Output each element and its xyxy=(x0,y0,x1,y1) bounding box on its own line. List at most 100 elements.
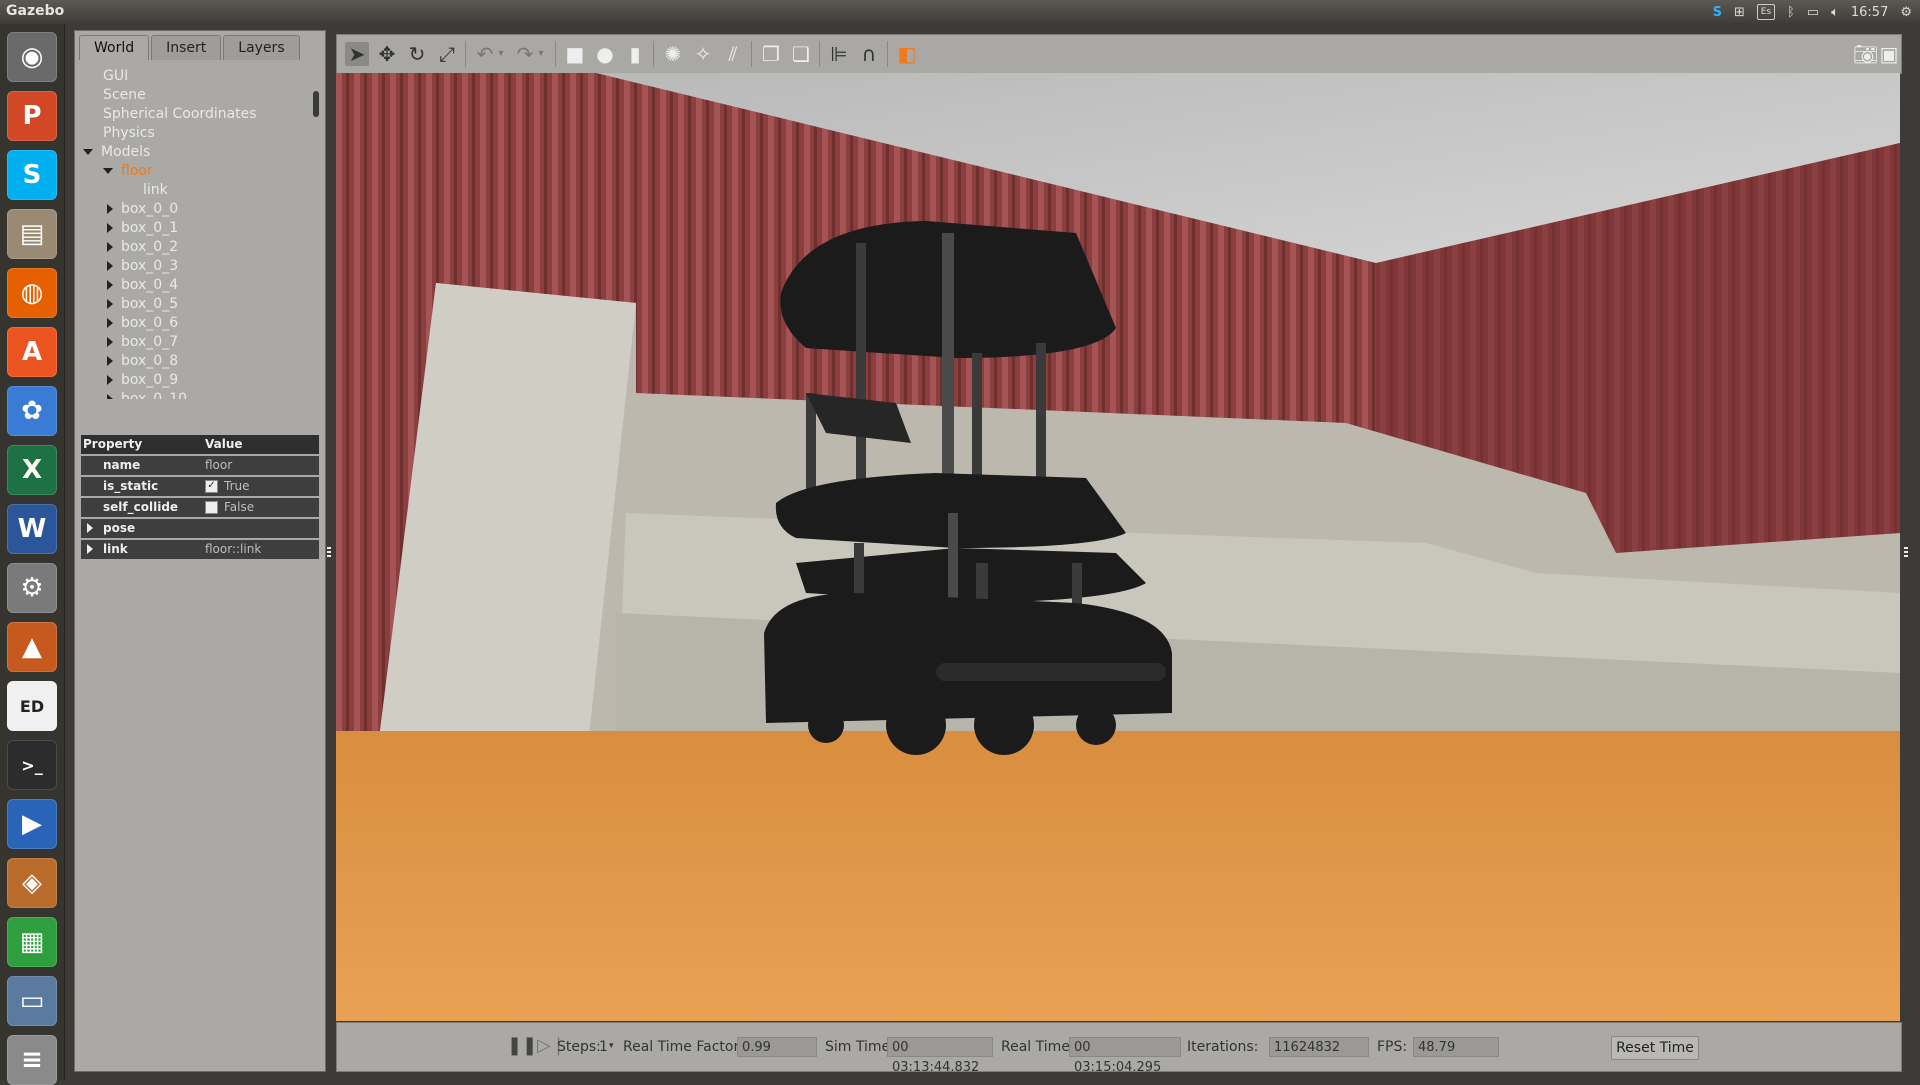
tree-item-physics[interactable]: Physics xyxy=(103,124,155,142)
tree-item-box[interactable]: box_0_1 xyxy=(107,219,178,237)
skype-icon[interactable]: S xyxy=(7,150,57,200)
scene-viewport[interactable] xyxy=(336,73,1900,1021)
property-header-row: Property Value xyxy=(81,435,319,456)
screenshot-camera-icon[interactable]: 📷︎ xyxy=(1853,42,1878,66)
virtualbox-icon[interactable]: ◈ xyxy=(7,858,57,908)
tree-item-scene[interactable]: Scene xyxy=(103,86,146,104)
editor-icon[interactable]: ED xyxy=(7,681,57,731)
align-icon[interactable]: ⊫ xyxy=(827,42,851,66)
software-center-icon[interactable]: A xyxy=(7,327,57,377)
scale-mode-icon[interactable]: ⤢ xyxy=(435,42,459,66)
property-row-link[interactable]: link floor::link xyxy=(81,540,319,561)
cylinder-shape-icon[interactable]: ▮ xyxy=(623,42,647,66)
property-row-pose[interactable]: pose xyxy=(81,519,319,540)
tree-scrollbar[interactable] xyxy=(313,91,319,117)
steps-stepper[interactable]: 1 xyxy=(599,1039,608,1055)
paste-icon[interactable]: ❏ xyxy=(789,42,813,66)
battery-icon[interactable]: ▭ xyxy=(1807,5,1819,20)
volume-icon[interactable]: 🔈︎ xyxy=(1831,5,1839,20)
workspace-switcher-icon[interactable]: ⊞ xyxy=(1734,5,1745,20)
sphere-shape-icon[interactable]: ● xyxy=(593,42,617,66)
left-splitter-handle[interactable] xyxy=(327,547,331,559)
property-table: Property Value name floor is_static ✓ Tru… xyxy=(81,435,319,561)
box-shape-icon[interactable]: ■ xyxy=(563,42,587,66)
tree-item-box[interactable]: box_0_2 xyxy=(107,238,178,256)
self-collide-checkbox[interactable] xyxy=(205,501,218,514)
translate-mode-icon[interactable]: ✥ xyxy=(375,42,399,66)
bluetooth-icon[interactable]: ᛒ xyxy=(1787,5,1795,20)
spot-light-icon[interactable]: ✧ xyxy=(691,42,715,66)
word-icon[interactable]: W xyxy=(7,504,57,554)
point-light-icon[interactable]: ✺ xyxy=(661,42,685,66)
directional-light-icon[interactable]: ⫽ xyxy=(721,42,745,66)
tree-item-gui[interactable]: GUI xyxy=(103,67,128,85)
tree-item-box[interactable]: box_0_4 xyxy=(107,276,178,294)
collapse-arrow-icon[interactable] xyxy=(107,318,113,328)
collapse-arrow-icon[interactable] xyxy=(107,204,113,214)
trash-icon[interactable]: ≡ xyxy=(7,1035,57,1085)
tree-item-link[interactable]: link xyxy=(143,181,168,199)
tree-item-spherical-coordinates[interactable]: Spherical Coordinates xyxy=(103,105,257,123)
undo-icon[interactable]: ↶ xyxy=(473,42,497,66)
tree-item-box[interactable]: box_0_8 xyxy=(107,352,178,370)
redo-dropdown-icon[interactable]: ▾ xyxy=(535,42,547,66)
copy-icon[interactable]: ❐ xyxy=(759,42,783,66)
tree-item-box[interactable]: box_0_7 xyxy=(107,333,178,351)
snap-magnet-icon[interactable]: ∩ xyxy=(857,42,881,66)
property-value-self-collide[interactable]: False xyxy=(201,498,319,517)
workspace-icon[interactable]: ▭ xyxy=(7,976,57,1026)
collapse-arrow-icon[interactable] xyxy=(107,394,113,399)
view-angle-icon[interactable]: ◧ xyxy=(895,42,919,66)
collapse-arrow-icon[interactable] xyxy=(107,242,113,252)
tree-item-box[interactable]: box_0_9 xyxy=(107,371,178,389)
pinwheel-app-icon[interactable]: ✿ xyxy=(7,386,57,436)
collapse-arrow-icon[interactable] xyxy=(107,299,113,309)
skype-tray-icon[interactable]: S xyxy=(1713,5,1722,20)
tree-item-box[interactable]: box_0_5 xyxy=(107,295,178,313)
tree-item-label: box_0_10 xyxy=(121,391,188,399)
system-settings-icon[interactable]: ⚙ xyxy=(7,563,57,613)
collapse-arrow-icon[interactable] xyxy=(107,223,113,233)
redo-icon[interactable]: ↷ xyxy=(513,42,537,66)
keyboard-layout-indicator[interactable]: Es xyxy=(1756,4,1775,20)
collapse-arrow-icon[interactable] xyxy=(107,261,113,271)
tab-layers[interactable]: Layers xyxy=(223,35,300,60)
powerpoint-icon[interactable]: P xyxy=(7,91,57,141)
tree-item-box[interactable]: box_0_6 xyxy=(107,314,178,332)
tree-item-label: box_0_1 xyxy=(121,220,179,236)
is-static-checkbox[interactable]: ✓ xyxy=(205,480,218,493)
file-manager-icon[interactable]: ▤ xyxy=(7,209,57,259)
terminal-icon[interactable]: >_ xyxy=(7,740,57,790)
matlab-icon[interactable]: ▲ xyxy=(7,622,57,672)
tab-world[interactable]: World xyxy=(79,35,150,60)
right-splitter-handle[interactable] xyxy=(1904,547,1908,559)
collapse-arrow-icon[interactable] xyxy=(107,375,113,385)
property-value-is-static[interactable]: ✓ True xyxy=(201,477,319,496)
tree-item-box[interactable]: box_0_0 xyxy=(107,200,178,218)
property-value-name[interactable]: floor xyxy=(201,456,319,475)
media-player-icon[interactable]: ▶ xyxy=(7,799,57,849)
firefox-icon[interactable]: ◍ xyxy=(7,268,57,318)
tree-item-models[interactable]: Models xyxy=(83,143,150,161)
reset-time-button[interactable]: Reset Time xyxy=(1611,1036,1699,1060)
record-log-icon[interactable]: ▣ xyxy=(1877,42,1901,66)
expand-arrow-icon[interactable] xyxy=(103,168,113,174)
collapse-arrow-icon[interactable] xyxy=(107,356,113,366)
collapse-arrow-icon[interactable] xyxy=(107,337,113,347)
tree-item-box[interactable]: box_0_3 xyxy=(107,257,178,275)
rotate-mode-icon[interactable]: ↻ xyxy=(405,42,429,66)
tree-item-floor[interactable]: floor xyxy=(103,162,153,180)
select-mode-arrow-icon[interactable]: ➤ xyxy=(345,42,369,66)
collapse-arrow-icon[interactable] xyxy=(107,280,113,290)
tree-item-box-partial[interactable]: box_0_10 xyxy=(107,390,187,399)
undo-dropdown-icon[interactable]: ▾ xyxy=(495,42,507,66)
pause-icon[interactable]: ❚❚ xyxy=(507,1035,537,1056)
system-settings-gear-icon[interactable]: ⚙ xyxy=(1900,5,1912,20)
clock[interactable]: 16:57 xyxy=(1851,5,1888,20)
steps-dropdown-icon[interactable]: ▾ xyxy=(609,1041,614,1051)
excel-icon[interactable]: X xyxy=(7,445,57,495)
tab-insert[interactable]: Insert xyxy=(151,35,222,60)
spreadsheet-icon[interactable]: ▦ xyxy=(7,917,57,967)
expand-arrow-icon[interactable] xyxy=(83,149,93,155)
ubuntu-dash-icon[interactable]: ◉ xyxy=(7,32,57,82)
